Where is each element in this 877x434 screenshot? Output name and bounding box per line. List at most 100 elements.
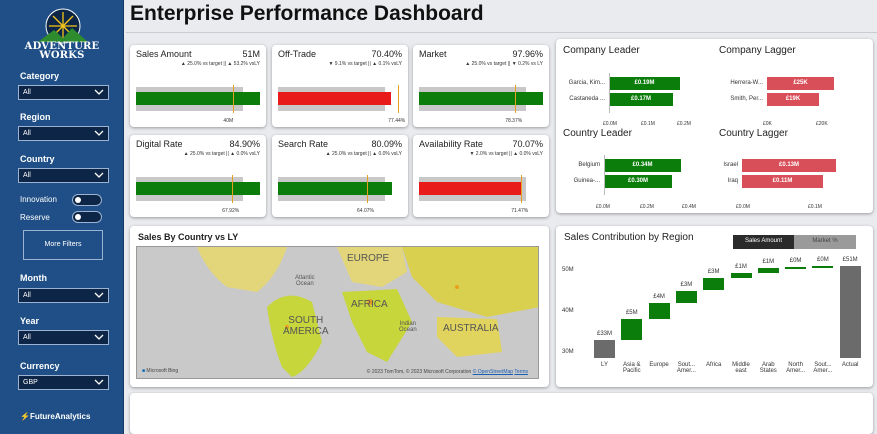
region-label: Region [20,112,51,122]
kpi-name: Search Rate [278,139,329,149]
toggle-knob [75,214,81,220]
chevron-down-icon [94,334,104,340]
waterfall-value-label: £1M [762,259,775,266]
kpi-card[interactable]: Availability Rate 70.07% ▼ 2.0% vs target … [413,135,549,217]
region-select[interactable]: All [18,126,109,141]
kpi-variance: ▲ 25.0% vs target || ▼ 0.2% vs LY [465,61,543,67]
sales-amount-toggle[interactable]: Sales Amount [733,235,794,249]
bottom-panel [130,393,873,434]
map-title: Sales By Country vs LY [138,232,239,242]
kpi-value: 97.96% [512,49,543,59]
kpi-target-label: 40M [223,118,234,124]
country-select[interactable]: All [18,168,109,183]
waterfall-bar[interactable] [648,302,670,320]
waterfall-bar[interactable] [839,265,861,358]
kpi-variance: ▲ 25.0% vs target || ▲ 0.0% vsLY [183,151,260,157]
company-lagger-bar[interactable]: £19K [767,93,819,106]
category-select[interactable]: All [18,85,109,100]
waterfall-bar[interactable] [812,265,834,268]
kpi-variance: ▲ 25.0% vs target || ▲ 53.2% vsLY [180,61,260,67]
month-select[interactable]: All [18,288,109,303]
kpi-target-line [232,175,234,203]
waterfall-category-label: Middle east [732,362,750,374]
country-lagger-bar[interactable]: £0.13M [742,159,836,172]
more-filters-button[interactable]: More Filters [23,230,103,260]
waterfall-bar[interactable] [703,278,725,291]
waterfall-bar[interactable] [785,266,807,269]
header-divider [126,32,877,33]
waterfall-bar[interactable] [757,268,779,274]
map-label-australia: AUSTRALIA [443,323,499,334]
company-leader-bar[interactable]: £0.17M [609,93,673,106]
terms-link[interactable]: Terms [514,369,528,375]
kpi-target-label: 78.37% [505,118,523,124]
country-lagger-name: Israel [723,162,738,168]
chevron-down-icon [94,379,104,385]
axis-line [609,73,610,113]
kpi-bar [136,182,260,195]
waterfall-value-label: £4M [653,293,665,300]
waterfall-category-label: LY [601,362,608,368]
country-leader-bar[interactable]: £0.34M [604,159,681,172]
company-leader-name: Garcia, Kim... [568,80,605,86]
waterfall-bar[interactable] [621,319,643,340]
kpi-card[interactable]: Off-Trade 70.40% ▼ 9.1% vs target || ▲ 0.1… [272,45,408,127]
waterfall-category-label: Actual [841,362,859,368]
y-tick: 40M [562,308,574,314]
waterfall-value-label: £33M [596,330,612,337]
kpi-target-line [521,175,523,203]
year-select[interactable]: All [18,330,109,345]
page-title: Enterprise Performance Dashboard [130,2,484,25]
chevron-down-icon [94,130,104,136]
company-lagger-name: Herrera-W... [730,80,763,86]
country-leader-name: Belgium [578,162,600,168]
kpi-name: Availability Rate [419,139,483,149]
month-label: Month [20,273,47,283]
country-leader-bar[interactable]: £0.30M [604,175,672,188]
reserve-toggle[interactable] [72,211,102,223]
country-lagger-bar[interactable]: £0.11M [742,175,823,188]
market-percent-toggle[interactable]: Market % [794,235,856,249]
kpi-target-label: 64.07% [357,208,374,214]
year-label: Year [20,316,40,326]
kpi-card[interactable]: Digital Rate 84.90% ▲ 25.0% vs target || ▲… [130,135,266,217]
waterfall-category-label: Sout... Amer... [813,362,833,374]
currency-label: Currency [20,361,60,371]
innovation-toggle[interactable] [72,194,102,206]
windows-icon: ■ [142,368,146,374]
waterfall-bar[interactable] [730,273,752,279]
currency-select[interactable]: GBP [18,375,109,390]
waterfall-value-label: £3M [707,269,720,276]
company-leader-bar[interactable]: £0.19M [609,77,680,90]
innovation-label: Innovation [20,195,57,204]
kpi-name: Off-Trade [278,49,317,59]
map-label-europe: EUROPE [347,253,390,264]
kpi-variance: ▼ 2.0% vs target || ▲ 0.0% vsLY [469,151,543,157]
waterfall-value-label: £51M [842,256,858,263]
waterfall-category-label: Asia & Pacific [622,362,641,374]
waterfall-bar[interactable] [594,339,615,358]
chevron-down-icon [94,292,104,298]
kpi-card[interactable]: Search Rate 80.09% ▲ 25.0% vs target || ▲ … [272,135,408,217]
kpi-bar [419,182,522,195]
map-label-atlantic: Atlantic Ocean [295,275,315,287]
axis-line [604,155,605,195]
reserve-label: Reserve [20,213,50,222]
waterfall-bar[interactable] [675,290,697,303]
category-label: Category [20,71,60,81]
world-map[interactable]: EUROPE AFRICA SOUTH AMERICA AUSTRALIA Atl… [136,246,539,379]
kpi-card[interactable]: Sales Amount 51M ▲ 25.0% vs target || ▲ 53… [130,45,266,127]
kpi-card[interactable]: Market 97.96% ▲ 25.0% vs target || ▼ 0.2% … [413,45,549,127]
osm-link[interactable]: © OpenStreetMap [473,369,513,375]
axis-tick: £0.2M [640,204,654,210]
company-lagger-bar[interactable]: £25K [767,77,834,90]
company-leader-title: Company Leader [563,45,640,56]
axis-tick: £0.4M [682,204,696,210]
kpi-target-line [367,175,368,203]
chevron-down-icon [94,172,104,178]
lightning-icon: ⚡ [20,412,30,421]
kpi-variance: ▼ 9.1% vs target || ▲ 0.1% vsLY [328,61,402,67]
axis-tick: £0.2M [677,121,691,127]
kpi-target-line [515,85,517,113]
kpi-target-label: 71.47% [511,208,529,214]
